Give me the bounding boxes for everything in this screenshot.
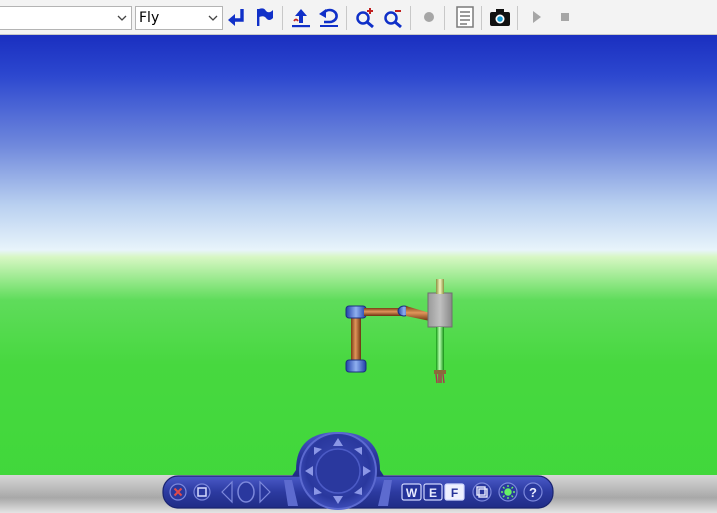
return-arrow-icon (228, 9, 244, 26)
nav-headlight-button[interactable] (498, 482, 518, 502)
return-button[interactable] (224, 4, 250, 30)
arm-wrist-block (427, 292, 453, 328)
navigation-panel: W E F ? (162, 432, 554, 510)
play-button[interactable] (523, 4, 549, 30)
nav-help-label: ? (529, 485, 537, 500)
undo-move-button[interactable] (316, 4, 342, 30)
record-button[interactable] (416, 4, 442, 30)
toolbar-separator (346, 6, 347, 30)
toolbar-separator (444, 6, 445, 30)
stop-icon (561, 13, 569, 21)
viewpoint-select[interactable] (0, 6, 132, 30)
nav-rotate-control[interactable] (221, 480, 271, 504)
toolbar-separator (481, 6, 482, 30)
arm-top-rod (436, 279, 444, 294)
arm-vertical-link (351, 316, 361, 362)
straighten-button[interactable] (288, 4, 314, 30)
zoom-in-icon (356, 8, 374, 29)
nav-mode-walk-label: W (406, 486, 418, 500)
record-icon (424, 12, 434, 22)
arm-base-joint (345, 359, 367, 373)
arm-angled-link (406, 306, 430, 321)
zoom-out-button[interactable] (380, 4, 406, 30)
navigation-mode-select[interactable]: Fly (135, 6, 223, 30)
toolbar-separator (410, 6, 411, 30)
nav-view-all-button[interactable] (472, 482, 492, 502)
nav-mode-fly-button[interactable]: F (444, 483, 465, 501)
nav-mode-examine-label: E (429, 486, 437, 500)
arm-gripper (434, 370, 446, 384)
toolbar-separator (282, 6, 283, 30)
document-icon (456, 6, 474, 28)
nav-minimize-button[interactable] (193, 483, 211, 501)
nav-mode-walk-button[interactable]: W (401, 483, 422, 501)
zoom-in-button[interactable] (352, 4, 378, 30)
camera-icon (490, 9, 510, 26)
toolbar-separator (517, 6, 518, 30)
goto-viewpoint-button[interactable] (251, 4, 277, 30)
nav-mode-examine-button[interactable]: E (423, 483, 443, 501)
nav-close-button[interactable] (169, 483, 187, 501)
stop-button[interactable] (552, 4, 578, 30)
arm-tool-rod (436, 327, 444, 371)
nav-mode-fly-label: F (451, 486, 458, 500)
flag-icon (257, 8, 273, 26)
nav-dial-center (315, 448, 361, 494)
chevron-down-icon (117, 15, 127, 21)
zoom-out-icon (384, 10, 402, 29)
arm-shoulder-joint (345, 305, 367, 319)
undo-move-icon (319, 8, 338, 27)
navigation-mode-value: Fly (139, 10, 160, 26)
chevron-down-icon (208, 15, 218, 21)
straighten-icon (292, 9, 310, 28)
document-button[interactable] (452, 4, 478, 30)
toolbar: Fly (0, 0, 717, 35)
nav-help-button[interactable]: ? (523, 482, 543, 502)
snapshot-button[interactable] (487, 4, 513, 30)
robot-arm-model[interactable] (0, 35, 717, 475)
play-icon (533, 11, 541, 23)
